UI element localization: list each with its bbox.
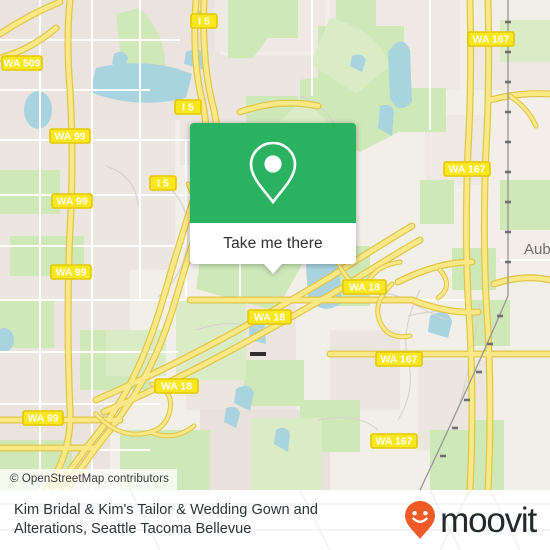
highway-shield: WA 99 [22,410,64,426]
highway-shield-label: I 5 [182,102,194,114]
take-me-there-label: Take me there [223,234,323,252]
popup-tail-pointer [264,264,282,274]
highway-shield: I 5 [149,175,177,191]
highway-shield-label: WA 99 [54,131,85,143]
highway-shield-label: WA 99 [55,267,86,279]
highway-shield-label: WA 18 [254,312,285,324]
page-footer: Kim Bridal & Kim's Tailor & Wedding Gown… [0,490,550,550]
highway-shield: I 5 [174,99,202,115]
highway-shield: WA 18 [342,279,387,295]
highway-shield: WA 167 [370,433,418,449]
moovit-place-map-screen: Aub I 5 WA 167 WA 509 I 5 WA 99 WA 167 I 5 WA 9… [0,0,550,550]
highway-shield: WA 167 [467,31,515,47]
highway-shield: WA 167 [375,351,423,367]
map-place-label: Aub [524,241,550,258]
highway-shield: WA 99 [50,264,92,280]
highway-shield-label: WA 167 [381,354,418,366]
highway-shield-label: WA 18 [161,381,192,393]
highway-shield-label: WA 167 [473,34,510,46]
highway-shield-label: WA 99 [56,196,87,208]
highway-shield: WA 18 [154,378,199,394]
place-popup-card[interactable]: Take me there [190,123,356,274]
highway-shield-label: WA 18 [349,282,380,294]
highway-shield: WA 167 [443,161,491,177]
highway-shield-label: I 5 [157,178,169,190]
page-title: Kim Bridal & Kim's Tailor & Wedding Gown… [14,502,318,537]
highway-shield-label: WA 167 [376,436,413,448]
highway-shield-label: WA 509 [4,58,41,70]
popup-header [190,123,356,223]
map-pin-icon [249,141,297,205]
highway-shield: I 5 [190,13,218,29]
highway-shield: WA 18 [247,309,292,325]
moovit-pin-smiley-icon [405,501,436,539]
osm-attribution[interactable]: © OpenStreetMap contributors [0,469,177,490]
highway-shield: WA 509 [1,55,43,71]
highway-shield: WA 99 [49,128,91,144]
moovit-logo[interactable]: moovit [403,500,537,540]
take-me-there-button[interactable]: Take me there [190,223,356,264]
highway-shield-label: WA 167 [449,164,486,176]
highway-shield-label: WA 99 [27,413,58,425]
highway-shield: WA 99 [51,193,93,209]
highway-shield-label: I 5 [198,16,210,28]
moovit-wordmark: moovit [440,500,537,540]
